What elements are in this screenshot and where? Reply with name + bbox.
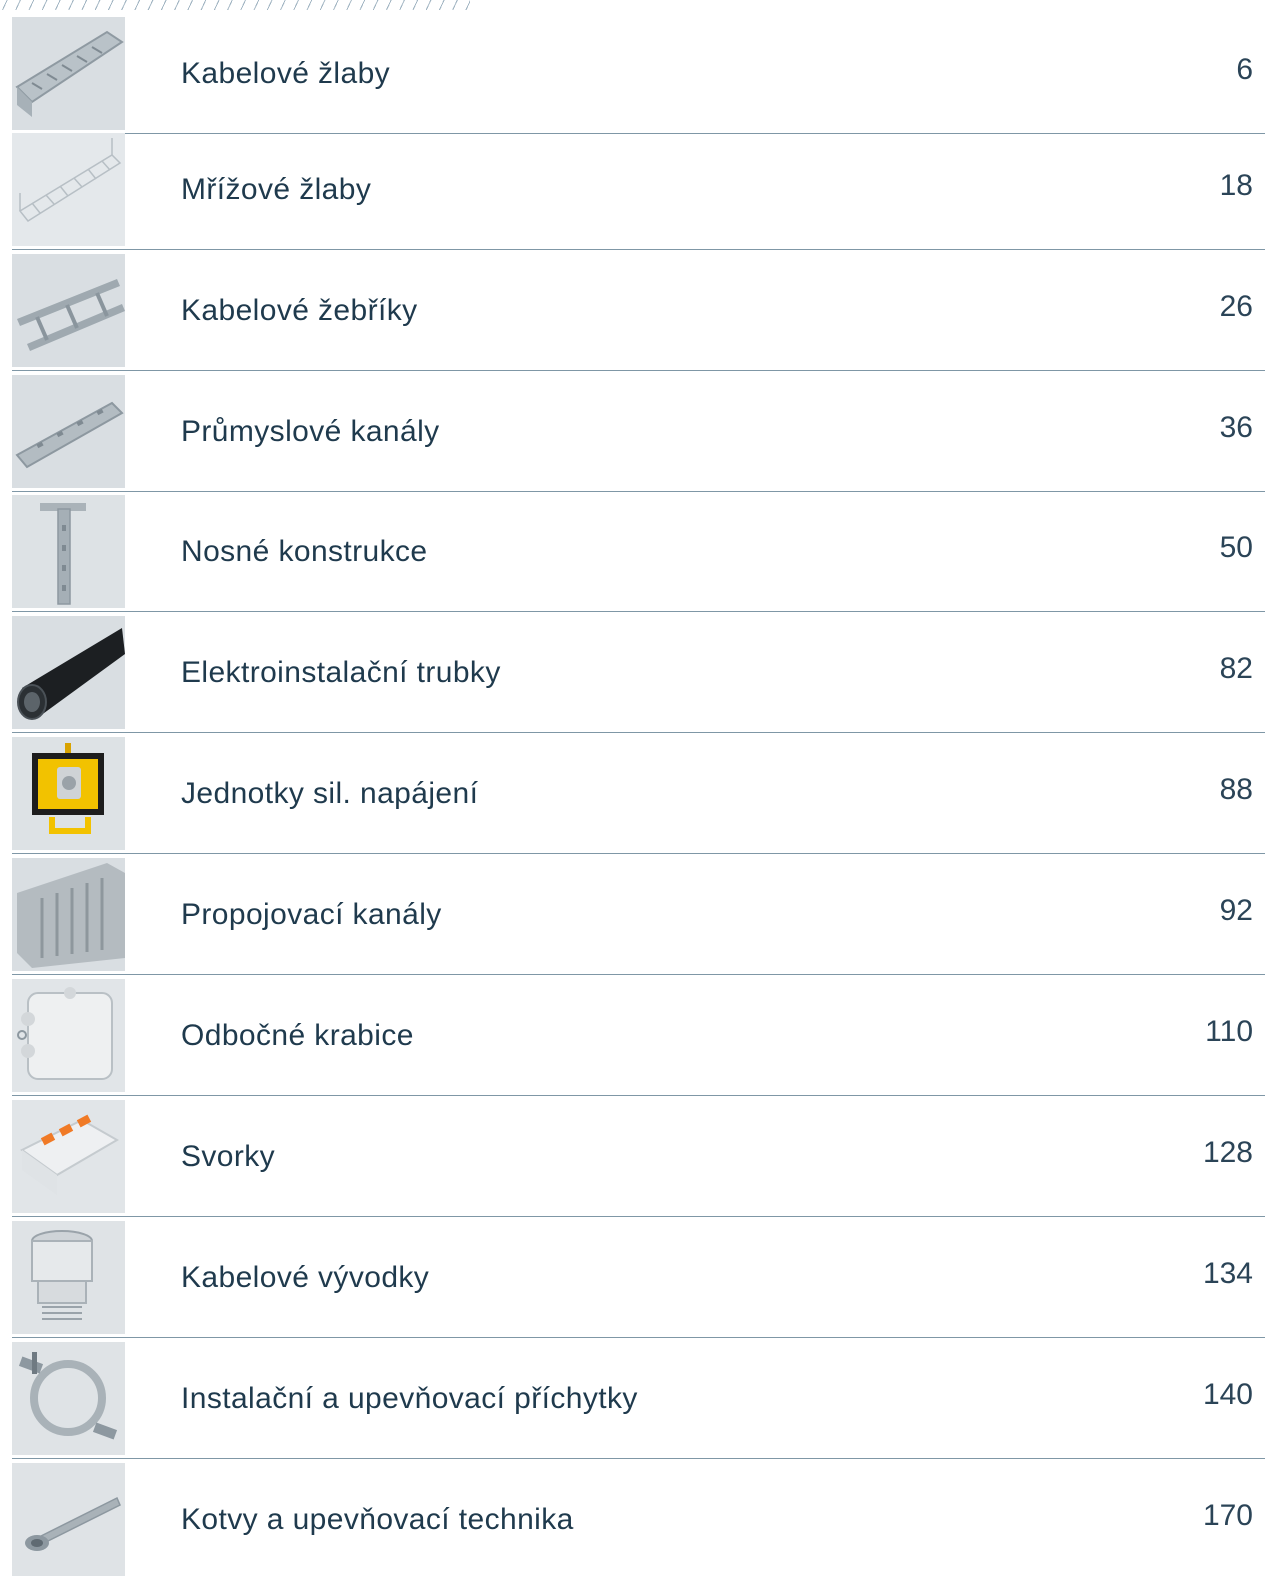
divider	[12, 611, 1265, 612]
toc-row-kabelove-vyvodky[interactable]: Kabelové vývodky 134	[12, 1221, 1265, 1338]
toc-row-kabelove-zebriky[interactable]: Kabelové žebříky 26	[12, 254, 1265, 371]
toc-label: Mřížové žlaby	[181, 173, 372, 206]
divider	[12, 732, 1265, 733]
toc-label: Kabelové vývodky	[181, 1261, 430, 1294]
terminal-clamp-icon	[12, 1100, 125, 1213]
divider	[12, 1458, 1265, 1459]
industrial-channel-icon	[12, 375, 125, 488]
toc-label: Svorky	[181, 1140, 276, 1173]
pipe-clip-icon	[12, 1342, 125, 1455]
wiring-duct-icon	[12, 858, 125, 971]
cable-ladder-icon	[12, 254, 125, 367]
divider	[12, 853, 1265, 854]
toc-label: Kabelové žebříky	[181, 294, 418, 327]
toc-row-kabelove-zlaby[interactable]: Kabelové žlaby 6	[12, 17, 1265, 134]
junction-box-icon	[12, 979, 125, 1092]
toc-page-number: 88	[1219, 773, 1253, 806]
toc-page-number: 140	[1202, 1378, 1253, 1411]
toc-label: Instalační a upevňovací příchytky	[181, 1382, 638, 1415]
divider	[12, 1337, 1265, 1338]
cable-tray-icon	[12, 17, 125, 130]
toc-label: Jednotky sil. napájení	[181, 777, 479, 810]
toc-row-jednotky-sil-napajeni[interactable]: Jednotky sil. napájení 88	[12, 737, 1265, 854]
mesh-tray-icon	[12, 133, 125, 246]
power-unit-icon	[12, 737, 125, 850]
divider	[12, 1216, 1265, 1217]
toc-page-number: 36	[1219, 411, 1253, 444]
toc-label: Průmyslové kanály	[181, 415, 440, 448]
toc-row-propojovaci-kanaly[interactable]: Propojovací kanály 92	[12, 858, 1265, 975]
decorative-hatch	[0, 0, 470, 10]
toc-page-number: 134	[1202, 1257, 1253, 1290]
divider	[12, 370, 1265, 371]
toc-row-nosne-konstrukce[interactable]: Nosné konstrukce 50	[12, 495, 1265, 612]
toc-page-number: 128	[1202, 1136, 1253, 1169]
toc-label: Propojovací kanály	[181, 898, 442, 931]
toc-label: Elektroinstalační trubky	[181, 656, 501, 689]
divider	[12, 974, 1265, 975]
toc-row-prumyslove-kanaly[interactable]: Průmyslové kanály 36	[12, 375, 1265, 492]
divider	[12, 249, 1265, 250]
toc-row-odbocne-krabice[interactable]: Odbočné krabice 110	[12, 979, 1265, 1096]
toc-label: Kotvy a upevňovací technika	[181, 1503, 574, 1536]
divider	[12, 1095, 1265, 1096]
toc-row-mrizove-zlaby[interactable]: Mřížové žlaby 18	[12, 133, 1265, 250]
toc-row-kotvy[interactable]: Kotvy a upevňovací technika 170	[12, 1463, 1265, 1576]
toc-page-number: 18	[1219, 169, 1253, 202]
divider	[12, 491, 1265, 492]
support-structure-icon	[12, 495, 125, 608]
toc-page-number: 110	[1205, 1015, 1253, 1048]
cable-gland-icon	[12, 1221, 125, 1334]
toc-page-number: 170	[1202, 1499, 1253, 1532]
toc-label: Odbočné krabice	[181, 1019, 414, 1052]
toc-row-elektroinstalacni-trubky[interactable]: Elektroinstalační trubky 82	[12, 616, 1265, 733]
conduit-pipe-icon	[12, 616, 125, 729]
anchor-bolt-icon	[12, 1463, 125, 1576]
toc-page-number: 92	[1219, 894, 1253, 927]
toc-label: Kabelové žlaby	[181, 57, 391, 90]
toc-page-number: 6	[1236, 53, 1253, 86]
toc-page-number: 26	[1219, 290, 1253, 323]
toc-row-instalacni-prichytky[interactable]: Instalační a upevňovací příchytky 140	[12, 1342, 1265, 1459]
toc-row-svorky[interactable]: Svorky 128	[12, 1100, 1265, 1217]
toc-page-number: 50	[1219, 531, 1253, 564]
toc-label: Nosné konstrukce	[181, 535, 428, 568]
toc-page-number: 82	[1219, 652, 1253, 685]
